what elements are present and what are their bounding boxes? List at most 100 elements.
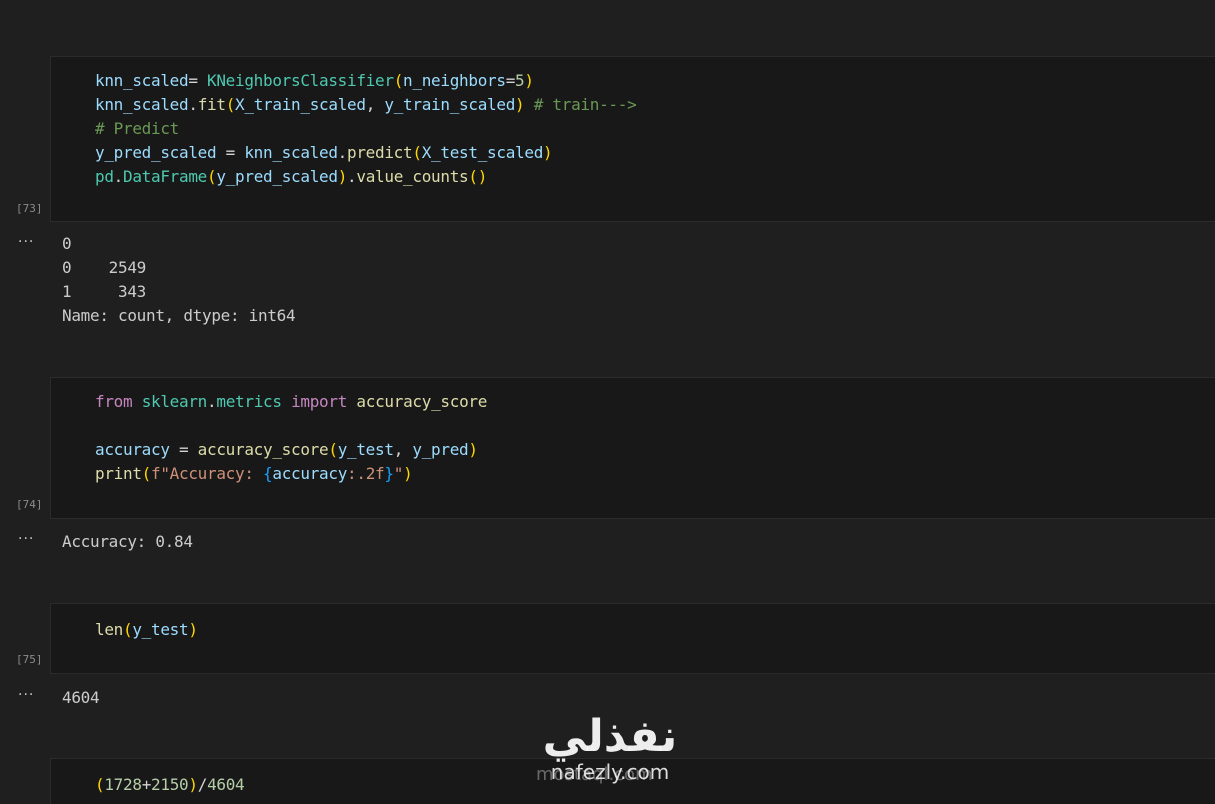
code-line: knn_scaled= KNeighborsClassifier(n_neigh… [95, 69, 636, 93]
code-token: ( [95, 775, 105, 794]
code-token: y_test [337, 440, 394, 459]
code-line: print(f"Accuracy: {accuracy:.2f}") [95, 462, 487, 486]
code-token: ( [123, 620, 133, 639]
code-token: . [337, 143, 348, 162]
code-line: y_pred_scaled = knn_scaled.predict(X_tes… [95, 141, 636, 165]
code-token: ( [141, 464, 152, 483]
code-token: print [95, 464, 142, 483]
watermark-arabic: نفذلي [542, 711, 678, 762]
code-token: pd [95, 167, 114, 186]
code-token: 2150 [151, 775, 189, 794]
cell-output: Accuracy: 0.84 [62, 532, 193, 551]
code-token: ) [477, 167, 488, 186]
code-token: ) [188, 775, 198, 794]
code-token: { [263, 464, 273, 483]
code-token: X_test_scaled [421, 143, 544, 162]
code-token: = [216, 143, 245, 162]
code-token: n_neighbors [403, 71, 506, 90]
code-token: y_test [132, 620, 189, 639]
code-token: , [393, 440, 413, 459]
code-token: . [207, 392, 217, 411]
output-menu-icon[interactable]: ··· [18, 234, 34, 250]
code-line: from sklearn.metrics import accuracy_sco… [95, 390, 487, 414]
code-token: ( [225, 95, 236, 114]
code-token: y_pred_scaled [216, 167, 338, 186]
code-token: ) [543, 143, 553, 162]
cell-output: 4604 [62, 688, 100, 707]
code-token: / [197, 775, 208, 794]
code-token: ) [515, 95, 525, 114]
code-token: = [169, 440, 198, 459]
output-menu-icon[interactable]: ··· [18, 531, 34, 547]
code-token: X_train_scaled [235, 95, 366, 114]
code-token: len [95, 620, 123, 639]
code-editor[interactable]: (1728+2150)/4604 [95, 773, 245, 797]
code-token: KNeighborsClassifier [207, 71, 394, 90]
code-token: ) [403, 464, 413, 483]
code-line: # Predict [95, 117, 636, 141]
code-token: } [384, 464, 394, 483]
code-cell-75[interactable]: len(y_test) [50, 603, 1215, 674]
code-token: . [113, 167, 124, 186]
code-token: ) [188, 620, 198, 639]
code-token: = [505, 71, 516, 90]
code-token: y_pred [412, 440, 469, 459]
code-editor[interactable]: knn_scaled= KNeighborsClassifier(n_neigh… [95, 69, 637, 189]
code-token: :.2f [347, 464, 385, 483]
code-token: knn_scaled [244, 143, 338, 162]
code-token: DataFrame [123, 167, 208, 186]
code-line: knn_scaled.fit(X_train_scaled, y_train_s… [95, 93, 637, 117]
code-token: from [95, 392, 133, 411]
code-token: ) [337, 167, 348, 186]
code-token: accuracy [95, 440, 170, 459]
code-line: len(y_test) [95, 618, 198, 642]
code-token: 1728 [104, 775, 142, 794]
code-token: = [188, 71, 208, 90]
code-token: value_counts [356, 167, 469, 186]
execution-count: [74] [16, 498, 43, 511]
code-token: accuracy_score [356, 392, 488, 411]
code-token: + [141, 775, 152, 794]
code-token: ( [328, 440, 338, 459]
code-token: metrics [216, 392, 282, 411]
code-line: pd.DataFrame(y_pred_scaled).value_counts… [95, 165, 636, 189]
code-token: knn_scaled [95, 95, 189, 114]
code-token: knn_scaled [95, 71, 189, 90]
output-menu-icon[interactable]: ··· [18, 687, 34, 703]
code-token: . [347, 167, 357, 186]
code-token: f"Accuracy: [151, 464, 264, 483]
code-token: " [393, 464, 404, 483]
code-token: ) [468, 440, 478, 459]
code-token: fit [197, 95, 226, 114]
code-token: y_train_scaled [384, 95, 516, 114]
code-token: y_pred_scaled [95, 143, 217, 162]
code-token: # train---> [533, 95, 637, 114]
code-token: accuracy_score [197, 440, 329, 459]
code-line: accuracy = accuracy_score(y_test, y_pred… [95, 438, 487, 462]
code-token: predict [347, 143, 413, 162]
code-editor[interactable]: from sklearn.metrics import accuracy_sco… [95, 390, 487, 486]
code-line: (1728+2150)/4604 [95, 773, 245, 797]
code-token: , [365, 95, 385, 114]
code-cell-74[interactable]: from sklearn.metrics import accuracy_sco… [50, 377, 1215, 519]
code-token: ) [524, 71, 534, 90]
code-token: ( [412, 143, 422, 162]
cell-output: 0 0 2549 1 343 Name: count, dtype: int64 [62, 234, 296, 325]
code-token: accuracy [272, 464, 348, 483]
code-token: import [291, 392, 348, 411]
code-cell-73[interactable]: knn_scaled= KNeighborsClassifier(n_neigh… [50, 56, 1215, 222]
code-editor[interactable]: len(y_test) [95, 618, 198, 642]
execution-count: [75] [16, 653, 43, 666]
code-token: 4604 [207, 775, 245, 794]
execution-count: [73] [16, 202, 43, 215]
code-token: ( [393, 71, 404, 90]
code-token: ( [468, 167, 478, 186]
code-token: 5 [515, 71, 525, 90]
code-token: ( [207, 167, 217, 186]
code-cell-76[interactable]: (1728+2150)/4604 [50, 758, 1215, 804]
